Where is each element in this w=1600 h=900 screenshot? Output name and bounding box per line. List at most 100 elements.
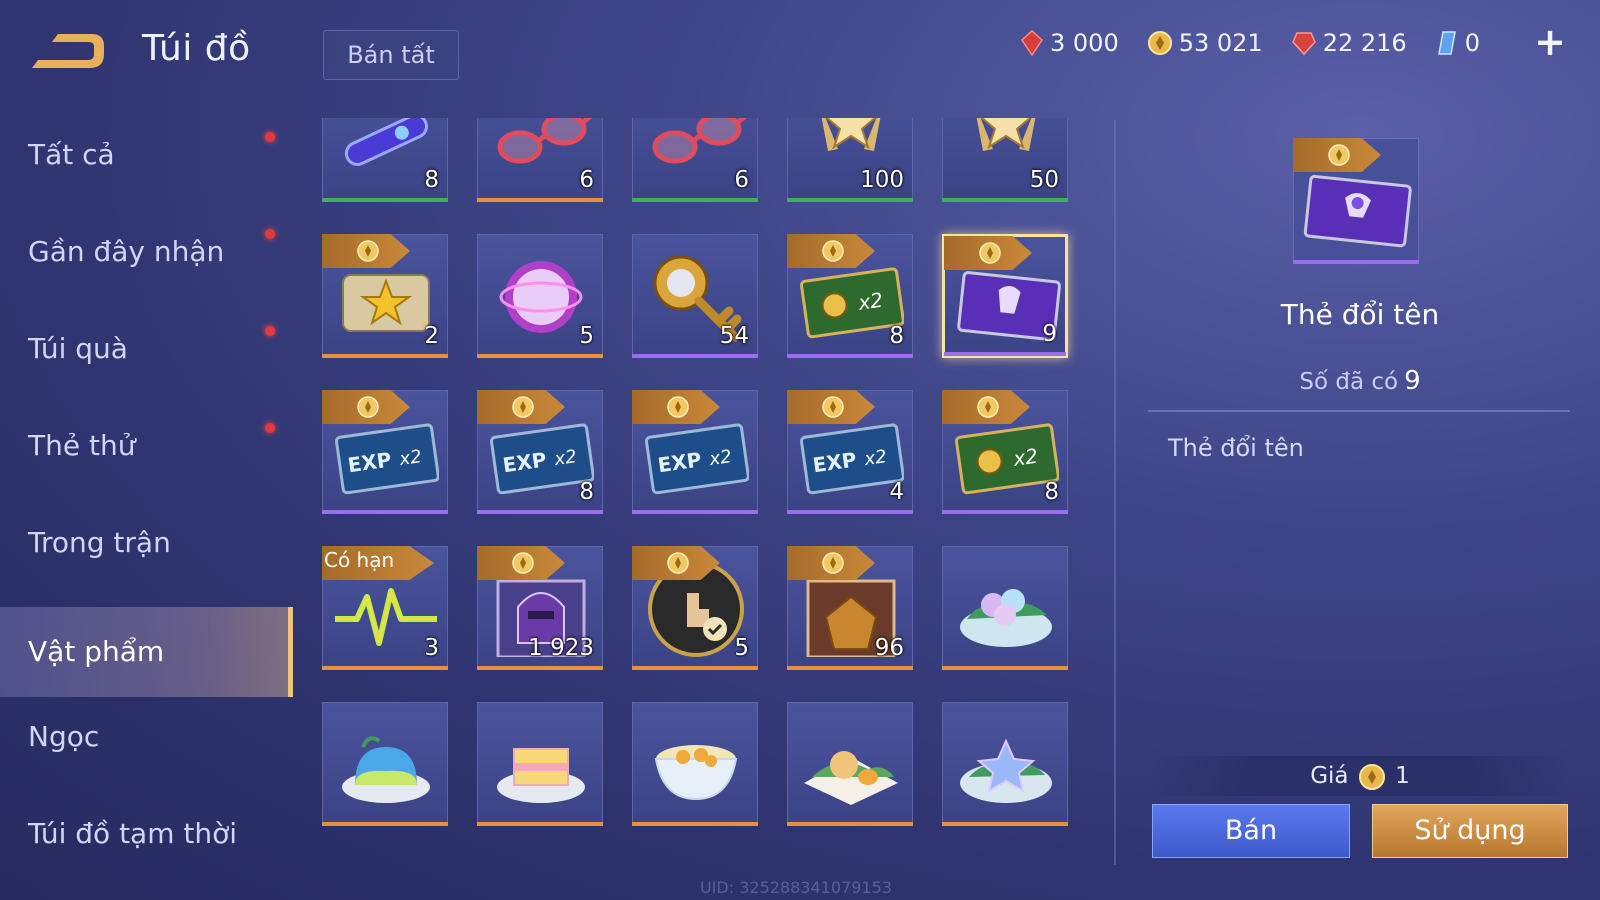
inventory-item[interactable]: 2	[322, 234, 448, 358]
sell-button[interactable]: Bán	[1152, 804, 1350, 858]
owned-value: 9	[1404, 366, 1421, 396]
coin-icon	[357, 240, 379, 262]
inventory-item[interactable]: 5	[632, 546, 758, 670]
sell-all-button[interactable]: Bán tất	[323, 30, 459, 80]
inventory-item[interactable]: x2 8	[787, 234, 913, 358]
inventory-item[interactable]	[477, 702, 603, 826]
item-count: 9	[1042, 321, 1057, 347]
back-arrow-icon	[32, 34, 104, 68]
sidebar: Tất cả Gần đây nhận Túi quà Thẻ thử Tron…	[0, 110, 293, 900]
cat-dish-icon-graphic	[804, 751, 898, 805]
inventory-item[interactable]: 50	[942, 118, 1068, 202]
inventory-item[interactable]: 96	[787, 546, 913, 670]
svg-text:x2: x2	[397, 446, 423, 470]
coin-icon	[1358, 763, 1385, 790]
detail-item-name: Thẻ đổi tên	[1280, 298, 1440, 331]
svg-text:x2: x2	[862, 446, 888, 470]
rarity-bar	[477, 510, 603, 514]
currency-gem-value: 22 216	[1322, 29, 1407, 57]
add-currency-button[interactable]: +	[1534, 23, 1566, 61]
red-gem-icon	[1291, 32, 1316, 56]
item-count: 50	[1029, 167, 1059, 193]
star-dish-icon-graphic	[960, 738, 1052, 803]
inventory-item[interactable]: x2 8	[942, 390, 1068, 514]
sidebar-item-gems[interactable]: Ngọc	[0, 692, 293, 782]
item-count: 100	[860, 167, 904, 193]
item-count: 8	[889, 323, 904, 349]
back-button[interactable]	[28, 28, 108, 74]
coin-icon	[822, 396, 844, 418]
sidebar-item-gift-bag[interactable]: Túi quà	[0, 304, 293, 394]
inventory-item[interactable]	[787, 702, 913, 826]
inventory-item[interactable]	[942, 546, 1068, 670]
sidebar-item-recent[interactable]: Gần đây nhận	[0, 207, 293, 297]
rarity-bar	[632, 822, 758, 826]
sidebar-item-items[interactable]: Vật phẩm	[0, 607, 293, 697]
rarity-bar	[322, 822, 448, 826]
notification-dot	[265, 229, 275, 239]
currency-ruby[interactable]: 3 000	[1020, 29, 1119, 57]
use-button[interactable]: Sử dụng	[1372, 804, 1568, 858]
coin-icon	[667, 552, 689, 574]
rarity-bar	[787, 510, 913, 514]
inventory-item[interactable]: 54	[632, 234, 758, 358]
page-title: Túi đồ	[142, 28, 251, 69]
inventory-item[interactable]	[942, 702, 1068, 826]
inventory-item[interactable]: 6	[632, 118, 758, 202]
detail-divider	[1148, 410, 1570, 412]
sidebar-item-label: Gần đây nhận	[28, 235, 225, 268]
rarity-bar	[942, 510, 1068, 514]
sidebar-item-label: Túi đồ tạm thời	[28, 817, 238, 850]
inventory-item[interactable]: 9	[942, 234, 1068, 358]
currency-crystal[interactable]: 0	[1435, 29, 1480, 57]
currency-gold[interactable]: 53 021	[1147, 29, 1263, 57]
rarity-bar	[787, 822, 913, 826]
inventory-item[interactable]: EXP x2	[632, 390, 758, 514]
rarity-bar	[1293, 260, 1419, 264]
detail-item-image	[1293, 138, 1419, 264]
inventory-item[interactable]	[632, 702, 758, 826]
inventory-item[interactable]: 6	[477, 118, 603, 202]
svg-text:x2: x2	[1011, 444, 1040, 471]
sidebar-item-in-match[interactable]: Trong trận	[0, 498, 293, 588]
rarity-bar	[632, 510, 758, 514]
cat-dish-icon	[798, 713, 904, 813]
coin-icon	[512, 396, 534, 418]
item-count: 2	[424, 323, 439, 349]
sidebar-item-temp-bag[interactable]: Túi đồ tạm thời	[0, 789, 293, 879]
item-count: 4	[889, 479, 904, 505]
cake-dish-icon-graphic	[497, 748, 585, 803]
price-display: Giá 1	[1150, 756, 1570, 796]
rarity-bar	[322, 666, 448, 670]
rarity-bar	[942, 666, 1068, 670]
rename-card-icon	[1303, 174, 1412, 248]
rarity-bar	[942, 198, 1068, 202]
rarity-bar	[632, 354, 758, 358]
inventory-item[interactable]: Có hạn 3	[322, 546, 448, 670]
currency-gem[interactable]: 22 216	[1291, 29, 1407, 57]
currency-gold-value: 53 021	[1178, 29, 1263, 57]
currency-bar: 3 000 53 021 22 216 0	[1020, 24, 1580, 62]
inventory-item[interactable]: 100	[787, 118, 913, 202]
svg-text:x2: x2	[707, 446, 733, 470]
svg-text:x2: x2	[552, 446, 578, 470]
sidebar-item-trial-cards[interactable]: Thẻ thử	[0, 401, 293, 491]
inventory-item[interactable]: EXP x2 4	[787, 390, 913, 514]
inventory-item[interactable]: 1 923	[477, 546, 603, 670]
price-value: 1	[1395, 763, 1410, 789]
soup-bowl-icon	[643, 713, 749, 813]
currency-ruby-value: 3 000	[1050, 29, 1119, 57]
coin-icon	[357, 396, 379, 418]
inventory-item[interactable]: EXP x2 8	[477, 390, 603, 514]
inventory-item[interactable]: 5	[477, 234, 603, 358]
coin-icon	[979, 242, 1001, 264]
inventory-item[interactable]: EXP x2	[322, 390, 448, 514]
item-count: 8	[1044, 479, 1059, 505]
coin-icon	[512, 552, 534, 574]
item-count: 8	[424, 167, 439, 193]
sidebar-item-all[interactable]: Tất cả	[0, 110, 293, 200]
item-count: 1 923	[528, 635, 594, 661]
notification-dot	[265, 326, 275, 336]
inventory-item[interactable]	[322, 702, 448, 826]
inventory-item[interactable]: 8	[322, 118, 448, 202]
